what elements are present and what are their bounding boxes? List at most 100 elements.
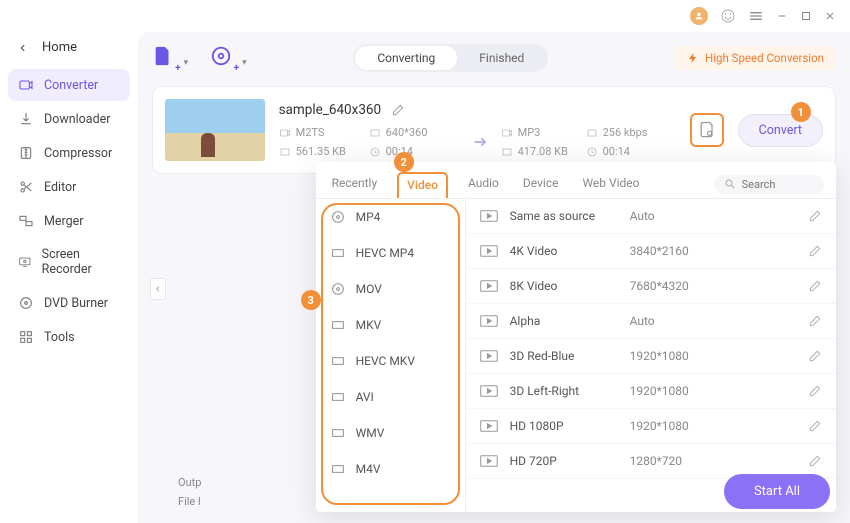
scissors-icon bbox=[18, 179, 34, 195]
tab-audio[interactable]: Audio bbox=[464, 170, 503, 198]
search-input[interactable] bbox=[742, 178, 812, 191]
menu-icon[interactable] bbox=[748, 8, 764, 24]
top-toolbar: + ▾ + ▾ Converting Finished High Speed C… bbox=[152, 44, 836, 72]
nav-label: Downloader bbox=[44, 112, 111, 127]
edit-icon[interactable] bbox=[808, 244, 822, 258]
tab-finished[interactable]: Finished bbox=[457, 46, 546, 70]
file-location-label: File l bbox=[178, 495, 201, 508]
format-mkv[interactable]: MKV bbox=[316, 307, 465, 343]
size-icon bbox=[279, 146, 291, 158]
high-speed-toggle[interactable]: High Speed Conversion bbox=[675, 46, 836, 70]
nav-compressor[interactable]: Compressor bbox=[8, 137, 130, 169]
main-panel: + ▾ + ▾ Converting Finished High Speed C… bbox=[138, 32, 850, 523]
add-file-button[interactable]: + bbox=[152, 45, 178, 71]
grid-icon bbox=[18, 329, 34, 345]
nav-label: DVD Burner bbox=[44, 296, 108, 311]
output-label: Outp bbox=[178, 476, 201, 489]
support-icon[interactable] bbox=[720, 8, 736, 24]
format-list: MP4 HEVC MP4 MOV MKV HEVC MKV AVI WMV M4… bbox=[316, 199, 466, 512]
clock-icon bbox=[586, 146, 598, 158]
add-disc-button[interactable]: + bbox=[210, 45, 236, 71]
nav-label: Editor bbox=[44, 180, 76, 195]
tab-device[interactable]: Device bbox=[519, 170, 563, 198]
plus-icon: + bbox=[234, 63, 239, 74]
nav-tools[interactable]: Tools bbox=[8, 321, 130, 353]
file-name: sample_640x360 bbox=[279, 102, 381, 118]
nav-label: Tools bbox=[44, 330, 75, 345]
format-popup: Recently Video Audio Device Web Video MP… bbox=[316, 162, 836, 512]
size-icon bbox=[501, 146, 513, 158]
preset-item[interactable]: 8K Video7680*4320 bbox=[466, 269, 836, 304]
clock-icon bbox=[369, 146, 381, 158]
src-resolution: 640*360 bbox=[386, 126, 428, 139]
preset-item[interactable]: 3D Left-Right1920*1080 bbox=[466, 374, 836, 409]
edit-icon[interactable] bbox=[808, 279, 822, 293]
callout-1: 1 bbox=[791, 102, 811, 122]
back-home[interactable]: Home bbox=[8, 32, 130, 63]
convert-button[interactable]: Convert bbox=[738, 114, 823, 147]
src-format: M2TS bbox=[296, 126, 325, 139]
src-size: 561.35 KB bbox=[296, 145, 346, 158]
nav-dvd-burner[interactable]: DVD Burner bbox=[8, 287, 130, 319]
preset-item[interactable]: Same as sourceAuto bbox=[466, 199, 836, 234]
tab-recently[interactable]: Recently bbox=[328, 170, 382, 198]
dst-duration: 00:14 bbox=[603, 145, 630, 158]
converter-icon bbox=[18, 77, 34, 93]
resolution-icon bbox=[369, 127, 381, 139]
search-icon bbox=[724, 178, 736, 190]
sidebar: Home Converter Downloader Compressor Edi… bbox=[0, 32, 138, 523]
preset-item[interactable]: AlphaAuto bbox=[466, 304, 836, 339]
nav-list: Converter Downloader Compressor Editor M… bbox=[8, 69, 130, 353]
edit-icon[interactable] bbox=[808, 349, 822, 363]
minimize-button[interactable] bbox=[776, 10, 788, 22]
edit-icon[interactable] bbox=[808, 209, 822, 223]
nav-label: Converter bbox=[44, 78, 98, 93]
nav-screen-recorder[interactable]: Screen Recorder bbox=[8, 239, 130, 285]
dst-format: MP3 bbox=[518, 126, 541, 139]
close-button[interactable] bbox=[824, 10, 836, 22]
rename-icon[interactable] bbox=[391, 103, 405, 117]
preset-item[interactable]: HD 1080P1920*1080 bbox=[466, 409, 836, 444]
format-avi[interactable]: AVI bbox=[316, 379, 465, 415]
sidebar-collapse[interactable] bbox=[150, 278, 166, 300]
nav-converter[interactable]: Converter bbox=[8, 69, 130, 101]
video-icon bbox=[279, 127, 291, 139]
nav-merger[interactable]: Merger bbox=[8, 205, 130, 237]
tab-converting[interactable]: Converting bbox=[355, 46, 457, 70]
chevron-down-icon[interactable]: ▾ bbox=[242, 58, 247, 68]
bitrate-icon bbox=[586, 127, 598, 139]
plus-icon: + bbox=[175, 63, 180, 74]
preset-item[interactable]: 4K Video3840*2160 bbox=[466, 234, 836, 269]
format-mov[interactable]: MOV bbox=[316, 271, 465, 307]
format-hevc-mp4[interactable]: HEVC MP4 bbox=[316, 235, 465, 271]
maximize-button[interactable] bbox=[800, 10, 812, 22]
edit-icon[interactable] bbox=[808, 314, 822, 328]
edit-icon[interactable] bbox=[808, 454, 822, 468]
nav-label: Screen Recorder bbox=[42, 247, 120, 277]
status-tabs: Converting Finished bbox=[353, 44, 548, 72]
video-thumbnail[interactable] bbox=[165, 99, 265, 161]
high-speed-label: High Speed Conversion bbox=[705, 51, 824, 65]
format-mp4[interactable]: MP4 bbox=[316, 199, 465, 235]
download-icon bbox=[18, 111, 34, 127]
chevron-left-icon bbox=[18, 43, 28, 53]
nav-downloader[interactable]: Downloader bbox=[8, 103, 130, 135]
nav-editor[interactable]: Editor bbox=[8, 171, 130, 203]
start-all-button[interactable]: Start All bbox=[724, 474, 830, 509]
format-wmv[interactable]: WMV bbox=[316, 415, 465, 451]
edit-icon[interactable] bbox=[808, 419, 822, 433]
chevron-down-icon[interactable]: ▾ bbox=[184, 58, 189, 68]
file-info: sample_640x360 M2TS 640*360 MP3 256 kbps… bbox=[279, 102, 676, 158]
edit-icon[interactable] bbox=[808, 384, 822, 398]
tab-webvideo[interactable]: Web Video bbox=[578, 170, 643, 198]
output-settings-button[interactable] bbox=[690, 113, 724, 147]
format-m4v[interactable]: M4V bbox=[316, 451, 465, 487]
callout-3: 3 bbox=[301, 290, 321, 310]
nav-label: Merger bbox=[44, 214, 84, 229]
account-icon[interactable] bbox=[690, 7, 708, 25]
file-gear-icon bbox=[697, 120, 717, 140]
preset-item[interactable]: 3D Red-Blue1920*1080 bbox=[466, 339, 836, 374]
format-search[interactable] bbox=[714, 175, 824, 194]
tab-video[interactable]: Video bbox=[397, 172, 448, 198]
format-hevc-mkv[interactable]: HEVC MKV bbox=[316, 343, 465, 379]
